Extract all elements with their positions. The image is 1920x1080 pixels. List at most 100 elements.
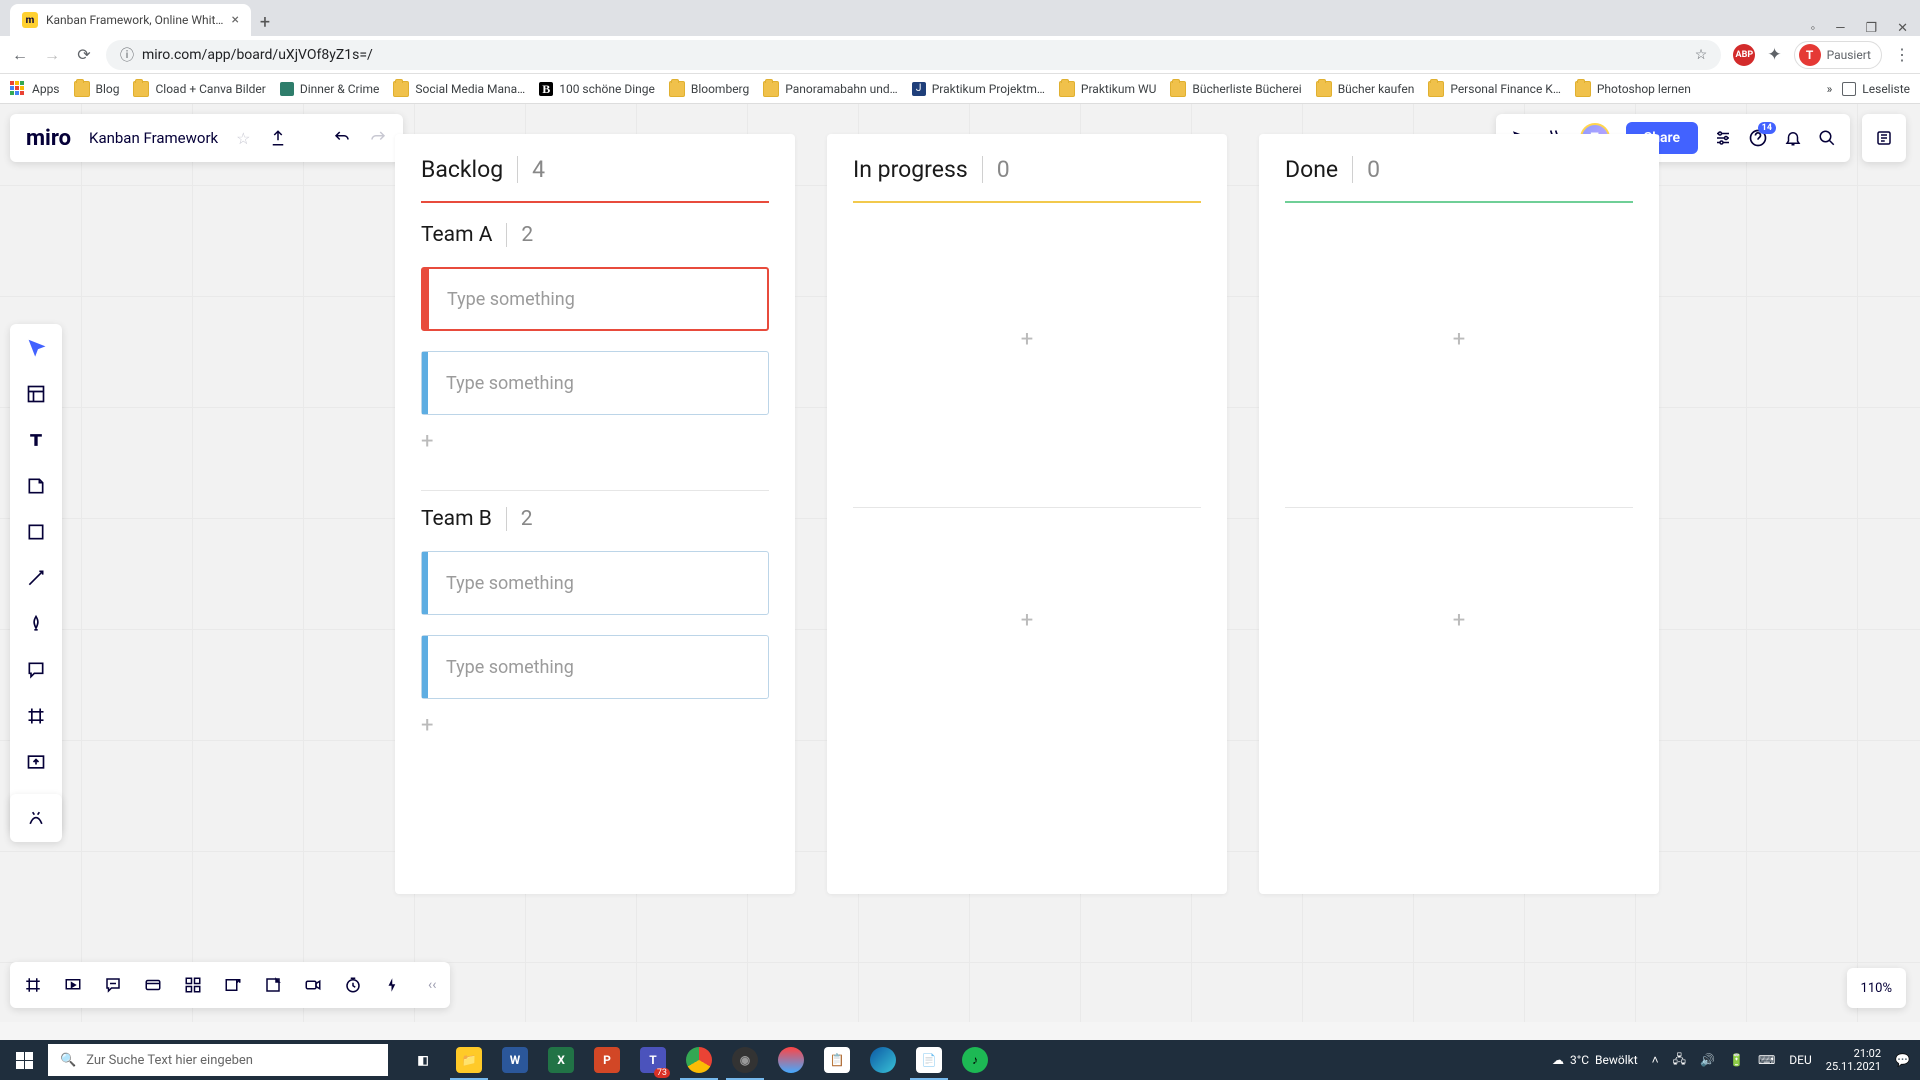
nav-reload-icon[interactable]: ⟳ (74, 45, 94, 65)
taskbar-app-powerpoint[interactable]: P (584, 1040, 630, 1080)
kanban-board[interactable]: Backlog 4 Team A 2 Type something Type s… (395, 134, 1659, 894)
add-card-icon[interactable]: + (1285, 307, 1633, 371)
taskbar-app-generic[interactable]: 📋 (814, 1040, 860, 1080)
kanban-card[interactable]: Type something (421, 635, 769, 699)
miro-logo[interactable]: miro (26, 126, 71, 151)
bell-icon[interactable] (1784, 129, 1802, 147)
swimlane-header[interactable]: Team B 2 (421, 507, 769, 531)
kanban-column-backlog[interactable]: Backlog 4 Team A 2 Type something Type s… (395, 134, 795, 894)
presentation-icon[interactable] (64, 976, 82, 994)
text-tool-icon[interactable] (22, 426, 50, 454)
bookmark-item[interactable]: Personal Finance K… (1428, 81, 1561, 97)
chrome-menu-icon[interactable]: ⋮ (1894, 45, 1910, 64)
tray-language[interactable]: DEU (1789, 1053, 1811, 1067)
taskbar-app-word[interactable]: W (492, 1040, 538, 1080)
templates-icon[interactable] (22, 380, 50, 408)
undo-icon[interactable] (333, 129, 351, 147)
select-tool-icon[interactable] (22, 334, 50, 362)
tray-chevron-icon[interactable]: ˄ (1652, 1053, 1659, 1067)
taskbar-app-edge[interactable] (860, 1040, 906, 1080)
bookmark-apps[interactable]: Apps (10, 81, 60, 97)
bookmark-item[interactable]: Panoramabahn und… (763, 81, 897, 97)
address-bar[interactable]: ⓘ miro.com/app/board/uXjVOf8yZ1s=/ ☆ (106, 40, 1721, 70)
sticky-note-icon[interactable] (22, 472, 50, 500)
pen-tool-icon[interactable] (22, 610, 50, 638)
tray-network-icon[interactable]: 🖧 (1673, 1050, 1686, 1071)
kanban-card[interactable]: Type something (421, 551, 769, 615)
taskbar-app-notepad[interactable]: 📄 (906, 1040, 952, 1080)
task-view-icon[interactable]: ◧ (400, 1040, 446, 1080)
adblock-icon[interactable]: ABP (1733, 44, 1755, 66)
tab-close-icon[interactable]: × (231, 12, 238, 28)
search-icon[interactable] (1818, 129, 1836, 147)
taskbar-app-spotify[interactable]: ♪ (952, 1040, 998, 1080)
extensions-icon[interactable]: ✦ (1767, 45, 1781, 65)
bookmark-item[interactable]: Social Media Mana… (393, 81, 525, 97)
taskbar-app-teams[interactable]: T73 (630, 1040, 676, 1080)
frame-tool-icon[interactable] (22, 702, 50, 730)
swimlane-header[interactable]: Team A 2 (421, 223, 769, 247)
shape-tool-icon[interactable] (22, 518, 50, 546)
new-tab-button[interactable]: + (251, 8, 279, 36)
add-card-icon[interactable]: + (853, 588, 1201, 652)
bookmark-item[interactable]: Bücher kaufen (1316, 81, 1415, 97)
nav-back-icon[interactable]: ← (10, 45, 30, 65)
browser-tab[interactable]: m Kanban Framework, Online Whit… × (10, 4, 251, 36)
bookmark-item[interactable]: Praktikum WU (1059, 81, 1156, 97)
activity-panel-icon[interactable] (1862, 114, 1906, 162)
window-close-icon[interactable]: ✕ (1897, 21, 1908, 36)
taskbar-app-obs[interactable]: ◉ (722, 1040, 768, 1080)
bookmark-item[interactable]: Blog (74, 81, 120, 97)
board-name[interactable]: Kanban Framework (89, 129, 218, 147)
bookmark-item[interactable]: B100 schöne Dinge (539, 82, 655, 96)
tray-battery-icon[interactable]: 🔋 (1729, 1053, 1744, 1067)
kanban-column-done[interactable]: Done 0 + + (1259, 134, 1659, 894)
taskbar-weather[interactable]: ☁ 3°C Bewölkt (1552, 1053, 1638, 1067)
add-card-icon[interactable]: + (1285, 588, 1633, 652)
start-button[interactable] (0, 1040, 48, 1080)
bookmark-item[interactable]: Dinner & Crime (280, 82, 380, 96)
bookmark-item[interactable]: JPraktikum Projektm… (912, 82, 1045, 96)
export-icon[interactable] (269, 129, 287, 147)
apps-panel-icon[interactable] (184, 976, 202, 994)
zoom-indicator[interactable]: 110% (1847, 968, 1906, 1008)
bookmark-star-icon[interactable]: ☆ (1695, 47, 1708, 63)
site-info-icon[interactable]: ⓘ (120, 45, 134, 65)
tray-keyboard-icon[interactable]: ⌨ (1758, 1053, 1775, 1067)
tray-volume-icon[interactable]: 🔊 (1700, 1053, 1715, 1067)
kanban-card[interactable]: Type something (421, 351, 769, 415)
settings-icon[interactable] (1714, 129, 1732, 147)
bookmark-item[interactable]: Bloomberg (669, 81, 749, 97)
smart-drawing-icon[interactable] (10, 794, 62, 842)
kanban-card[interactable]: Type something (421, 267, 769, 331)
bookmark-item[interactable]: Cload + Canva Bilder (133, 81, 265, 97)
profile-button[interactable]: T Pausiert (1794, 41, 1882, 69)
note-panel-icon[interactable] (264, 976, 282, 994)
card-panel-icon[interactable] (144, 976, 162, 994)
taskbar-app-generic[interactable] (768, 1040, 814, 1080)
comment-tool-icon[interactable] (22, 656, 50, 684)
add-card-icon[interactable]: + (421, 429, 433, 454)
taskbar-app-excel[interactable]: X (538, 1040, 584, 1080)
bookmark-item[interactable]: Bücherliste Bücherei (1170, 81, 1301, 97)
star-board-icon[interactable]: ☆ (236, 129, 250, 148)
kanban-column-inprogress[interactable]: In progress 0 + + (827, 134, 1227, 894)
reading-list-button[interactable]: Leseliste (1842, 82, 1910, 96)
chrome-account-icon[interactable]: ◦ (1811, 20, 1816, 36)
voting-panel-icon[interactable] (384, 976, 402, 994)
taskbar-app-chrome[interactable] (676, 1040, 722, 1080)
add-card-icon[interactable]: + (421, 713, 433, 738)
add-card-icon[interactable]: + (853, 307, 1201, 371)
window-minimize-icon[interactable]: — (1835, 21, 1845, 36)
bookmarks-overflow-icon[interactable]: » (1827, 82, 1833, 96)
share-panel-icon[interactable] (224, 976, 242, 994)
collapse-toolbar-icon[interactable]: ‹‹ (428, 977, 436, 993)
taskbar-search[interactable]: 🔍 Zur Suche Text hier eingeben (48, 1044, 388, 1076)
timer-panel-icon[interactable] (344, 976, 362, 994)
video-panel-icon[interactable] (304, 976, 322, 994)
help-icon[interactable]: 14 (1748, 128, 1768, 148)
comments-panel-icon[interactable] (104, 976, 122, 994)
taskbar-app-explorer[interactable]: 📁 (446, 1040, 492, 1080)
bookmark-item[interactable]: Photoshop lernen (1575, 81, 1691, 97)
window-maximize-icon[interactable]: ❐ (1865, 21, 1877, 36)
